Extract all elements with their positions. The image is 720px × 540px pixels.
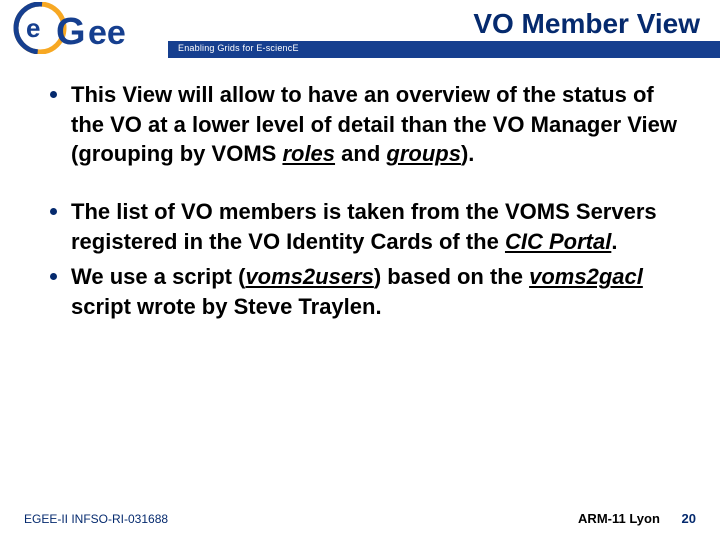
underlined-term: roles: [282, 141, 335, 166]
bullet-text: We use a script (voms2users) based on th…: [71, 262, 680, 321]
text-run: .: [611, 229, 617, 254]
bullet-item: We use a script (voms2users) based on th…: [50, 262, 680, 321]
underlined-term: groups: [386, 141, 461, 166]
egee-logo: e G ee: [8, 2, 163, 54]
text-run: and: [335, 141, 386, 166]
footer-left: EGEE-II INFSO-RI-031688: [24, 512, 168, 526]
tagline: Enabling Grids for E-sciencE: [178, 43, 299, 53]
bullet-dot-icon: [50, 273, 57, 280]
footer-label: ARM-11 Lyon: [578, 511, 660, 526]
svg-text:ee: ee: [88, 14, 126, 52]
text-run: ) based on the: [374, 264, 529, 289]
text-run: ).: [461, 141, 474, 166]
svg-text:G: G: [56, 11, 86, 53]
bullet-item: This View will allow to have an overview…: [50, 80, 680, 169]
slide-footer: EGEE-II INFSO-RI-031688 ARM-11 Lyon 20: [0, 511, 720, 526]
svg-text:e: e: [26, 13, 40, 43]
text-run: script wrote by Steve Traylen.: [71, 294, 382, 319]
page-number: 20: [682, 511, 696, 526]
bullet-text: This View will allow to have an overview…: [71, 80, 680, 169]
slide-title: VO Member View: [473, 8, 700, 40]
underlined-term: voms2users: [245, 264, 373, 289]
bullet-dot-icon: [50, 91, 57, 98]
bullet-item: The list of VO members is taken from the…: [50, 197, 680, 256]
underlined-term: CIC Portal: [505, 229, 611, 254]
text-run: We use a script (: [71, 264, 245, 289]
slide-body: This View will allow to have an overview…: [0, 58, 720, 322]
footer-right: ARM-11 Lyon 20: [578, 511, 696, 526]
bullet-text: The list of VO members is taken from the…: [71, 197, 680, 256]
bullet-dot-icon: [50, 208, 57, 215]
slide-header: e G ee VO Member View Enabling Grids for…: [0, 0, 720, 58]
underlined-term: voms2gacl: [529, 264, 643, 289]
